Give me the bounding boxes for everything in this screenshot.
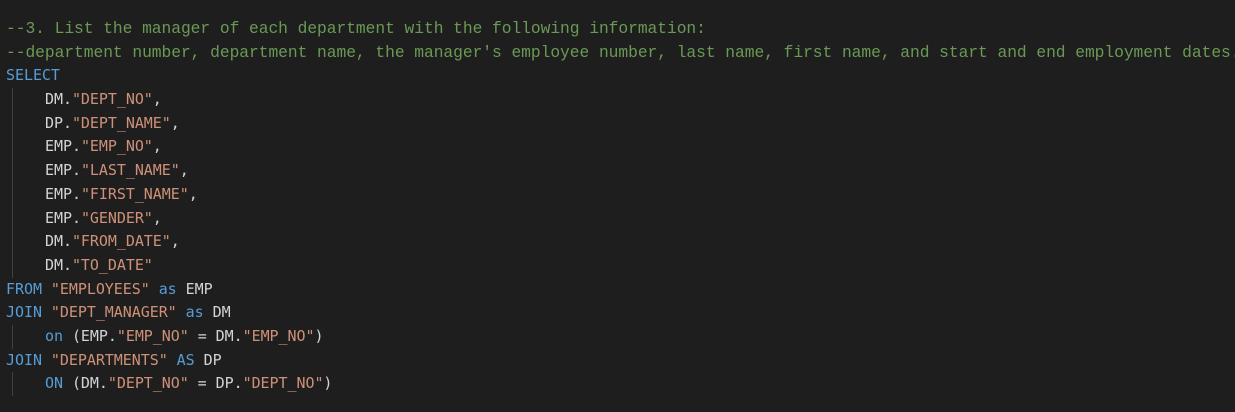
code-line[interactable]: JOIN "DEPARTMENTS" AS DP: [6, 349, 1235, 373]
sql-string: "DEPARTMENTS": [50, 350, 168, 369]
sql-identifier: DM.: [45, 232, 72, 251]
sql-string: "DEPT_NO": [107, 374, 189, 393]
code-line[interactable]: DM."TO_DATE": [6, 253, 1235, 278]
sql-identifier: EMP.: [45, 161, 81, 180]
sql-space: [42, 303, 51, 321]
sql-space: [168, 351, 177, 369]
sql-identifier: DP.: [45, 113, 72, 132]
code-line[interactable]: --3. List the manager of each department…: [6, 17, 1235, 41]
sql-string: "DEPT_NO": [242, 374, 324, 393]
sql-identifier: DM.: [45, 90, 72, 109]
sql-keyword: JOIN: [6, 350, 42, 369]
sql-identifier: = DP.: [188, 374, 243, 393]
sql-punctuation: ): [314, 326, 324, 345]
sql-keyword: AS: [176, 350, 195, 369]
code-line[interactable]: JOIN "DEPT_MANAGER" as DM: [6, 301, 1235, 325]
code-line[interactable]: on (EMP."EMP_NO" = DM."EMP_NO"): [6, 324, 1235, 349]
code-editor[interactable]: --3. List the manager of each department…: [0, 0, 1235, 412]
sql-identifier: (EMP.: [62, 326, 117, 345]
indent-guide: [6, 206, 45, 231]
sql-identifier: DM: [203, 303, 231, 322]
sql-identifier: = DM.: [188, 326, 243, 345]
sql-string: "LAST_NAME": [80, 161, 180, 180]
sql-comment: --department number, department name, th…: [6, 42, 1235, 62]
code-line[interactable]: --department number, department name, th…: [6, 41, 1235, 65]
code-line[interactable]: SELECT: [6, 64, 1235, 88]
code-line[interactable]: DM."FROM_DATE",: [6, 230, 1235, 254]
sql-identifier: EMP.: [45, 184, 81, 203]
sql-punctuation: ,: [170, 113, 180, 132]
sql-keyword: FROM: [6, 279, 42, 298]
sql-punctuation: ,: [179, 161, 189, 180]
sql-identifier: DP: [194, 350, 222, 369]
code-line[interactable]: EMP."EMP_NO",: [6, 135, 1235, 159]
sql-string: "EMP_NO": [116, 326, 189, 345]
sql-space: [42, 351, 51, 369]
sql-punctuation: ,: [170, 232, 180, 251]
sql-identifier: EMP.: [45, 137, 81, 156]
sql-space: [150, 280, 159, 298]
indent-guide: [6, 88, 45, 112]
sql-keyword: as: [158, 279, 177, 298]
code-line[interactable]: FROM "EMPLOYEES" as EMP: [6, 278, 1235, 302]
code-line[interactable]: EMP."GENDER",: [6, 206, 1235, 231]
sql-punctuation: ,: [188, 184, 198, 203]
indent-guide: [6, 253, 45, 278]
sql-punctuation: ,: [152, 208, 162, 227]
sql-string: "DEPT_NO": [71, 90, 153, 109]
sql-string: "EMP_NO": [80, 137, 153, 156]
sql-string: "EMPLOYEES": [50, 279, 150, 298]
sql-identifier: EMP.: [45, 208, 81, 227]
sql-identifier: (DM.: [62, 374, 108, 393]
sql-string: "DEPT_MANAGER": [50, 303, 177, 322]
sql-comment: --3. List the manager of each department…: [6, 19, 706, 38]
sql-keyword: on: [45, 326, 63, 345]
sql-string: "DEPT_NAME": [71, 113, 171, 132]
sql-keyword: SELECT: [6, 66, 60, 85]
sql-identifier: DM.: [45, 255, 72, 274]
sql-punctuation: ,: [152, 137, 162, 156]
sql-string: "EMP_NO": [242, 326, 315, 345]
sql-identifier: EMP: [176, 279, 213, 298]
sql-space: [177, 303, 186, 321]
sql-string: "FROM_DATE": [71, 232, 171, 251]
sql-keyword: as: [185, 303, 204, 322]
sql-punctuation: ,: [152, 90, 162, 109]
indent-guide: [6, 182, 45, 207]
indent-guide: [6, 159, 45, 183]
sql-punctuation: ): [323, 374, 333, 393]
sql-keyword: ON: [45, 374, 63, 393]
sql-keyword: JOIN: [6, 303, 42, 322]
code-line[interactable]: EMP."LAST_NAME",: [6, 159, 1235, 183]
indent-guide: [6, 135, 45, 159]
indent-guide: [6, 372, 45, 396]
sql-string: "GENDER": [80, 208, 153, 227]
code-line[interactable]: DM."DEPT_NO",: [6, 88, 1235, 112]
indent-guide: [6, 230, 45, 254]
code-line[interactable]: ON (DM."DEPT_NO" = DP."DEPT_NO"): [6, 372, 1235, 396]
code-line[interactable]: DP."DEPT_NAME",: [6, 111, 1235, 136]
indent-guide: [6, 111, 45, 136]
indent-guide: [6, 324, 45, 349]
sql-space: [42, 280, 51, 298]
sql-string: "FIRST_NAME": [80, 184, 189, 203]
code-line[interactable]: EMP."FIRST_NAME",: [6, 182, 1235, 207]
sql-string: "TO_DATE": [71, 255, 153, 274]
